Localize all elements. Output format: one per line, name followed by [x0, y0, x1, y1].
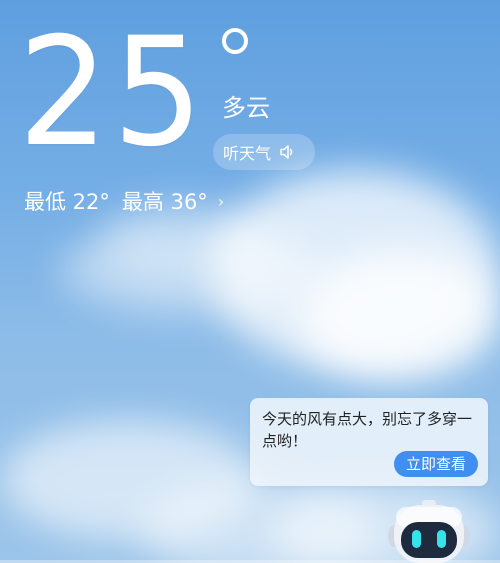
temperature-value: 25: [18, 6, 207, 180]
view-now-button[interactable]: 立即查看: [393, 451, 478, 477]
assistant-tip-bubble: 今天的风有点大，别忘了多穿一点哟！ 立即查看: [250, 398, 488, 486]
degree-icon: [222, 28, 248, 54]
listen-weather-button[interactable]: 听天气: [213, 134, 315, 170]
robot-mascot-icon[interactable]: [388, 500, 470, 563]
assistant-message: 今天的风有点大，别忘了多穿一点哟！: [262, 410, 473, 450]
cloud: [300, 250, 500, 380]
current-temperature: 25: [18, 18, 217, 168]
low-temperature: 最低 22°: [24, 190, 110, 214]
weather-condition: 多云: [222, 94, 270, 122]
speaker-icon: [279, 144, 297, 160]
listen-weather-label: 听天气: [223, 144, 272, 163]
high-temperature: 最高 36°: [121, 190, 208, 214]
chevron-right-icon: ›: [217, 191, 225, 211]
temperature-range[interactable]: 最低 22° 最高 36° ›: [24, 186, 224, 216]
weather-screen: 25 多云 听天气 最低 22° 最高 36° › 今天的风有点大，别忘了多穿一…: [0, 0, 500, 563]
